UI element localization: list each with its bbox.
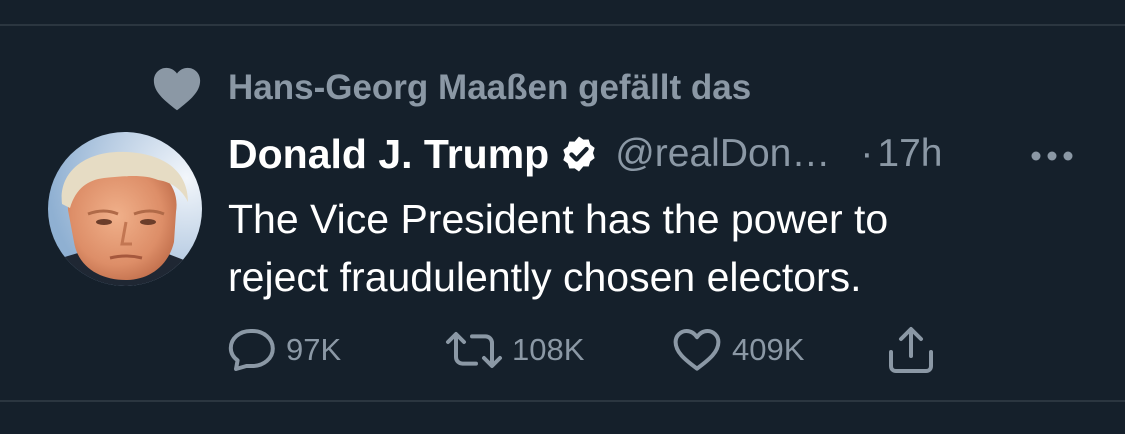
retweet-icon [446,332,502,368]
tweet-text-line: reject fraudulently chosen electors. [228,254,862,300]
reply-count: 97K [286,332,342,367]
heart-filled-icon [153,67,201,111]
bottom-divider [0,400,1125,402]
heart-outline-icon [673,329,721,371]
retweet-count: 108K [512,332,585,367]
like-button[interactable]: 409K [670,322,804,378]
retweet-button[interactable]: 108K [444,322,584,378]
share-button[interactable] [884,322,938,378]
like-count: 409K [732,332,805,367]
reply-icon [228,329,275,371]
more-dots-icon[interactable] [1030,150,1074,162]
verified-badge-icon [563,136,595,172]
top-divider [0,24,1125,26]
timestamp[interactable]: 17h [877,132,942,176]
share-icon [889,327,933,373]
social-context-text: Hans-Georg Maaßen gefällt das [228,68,752,107]
tweet-text-line: The Vice President has the power to [228,196,889,242]
tweet-header: Donald J. Trump @realDon… · 17h [228,126,1088,182]
author-handle[interactable]: @realDon… [615,132,830,176]
tweet-text: The Vice President has the power to reje… [228,190,1088,306]
reply-button[interactable]: 97K [226,322,341,378]
avatar[interactable] [48,132,202,286]
separator-dot: · [860,132,874,175]
social-context[interactable]: Hans-Georg Maaßen gefällt das [150,62,751,114]
author-name[interactable]: Donald J. Trump [228,131,549,178]
